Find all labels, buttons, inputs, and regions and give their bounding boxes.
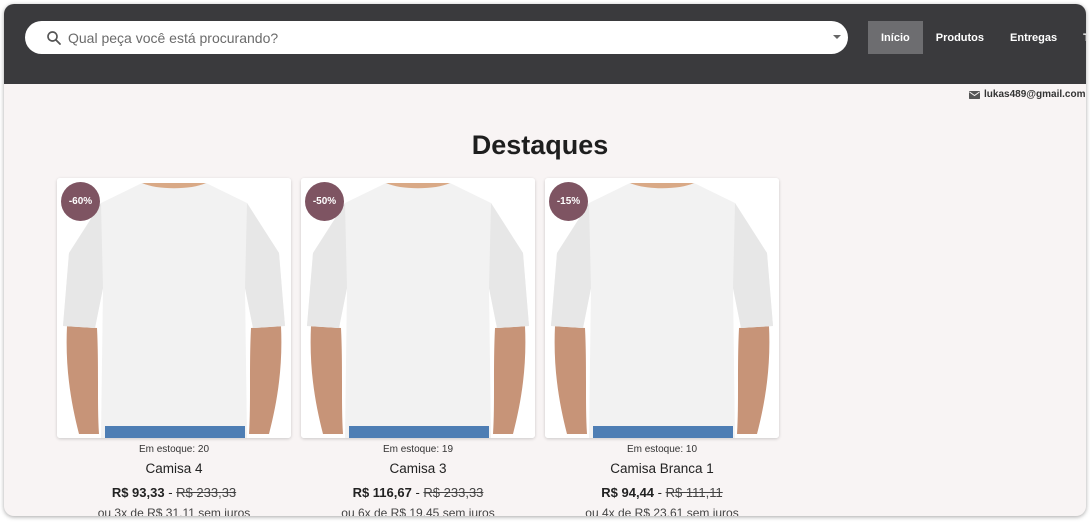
section-title: Destaques bbox=[471, 130, 609, 160]
stock-label: Em estoque: 10 bbox=[626, 444, 698, 455]
search-input[interactable] bbox=[68, 21, 788, 54]
user-email: lukas489@gmail.com bbox=[969, 89, 1085, 100]
discount-badge: -60% bbox=[61, 182, 100, 221]
price-row: R$ 116,67 - R$ 233,33 bbox=[301, 485, 535, 500]
search-icon[interactable] bbox=[45, 29, 63, 47]
product-card[interactable]: -15% bbox=[545, 178, 779, 438]
app-window: Início Produtos Entregas Tr lukas489@gma… bbox=[4, 4, 1086, 516]
old-price: R$ 111,11 bbox=[665, 485, 723, 500]
product-card[interactable]: -60% bbox=[57, 178, 291, 438]
product-info: Em estoque: 19 Camisa 3 R$ 116,67 - R$ 2… bbox=[301, 444, 535, 516]
nav-item-inicio[interactable]: Início bbox=[868, 21, 923, 54]
nav-item-truncated[interactable]: Tr bbox=[1070, 21, 1086, 54]
product-info: Em estoque: 20 Camisa 4 R$ 93,33 - R$ 23… bbox=[57, 444, 291, 516]
discount-badge: -50% bbox=[305, 182, 344, 221]
discount-badge: -15% bbox=[549, 182, 588, 221]
nav-item-produtos[interactable]: Produtos bbox=[923, 21, 997, 54]
nav-item-entregas[interactable]: Entregas bbox=[997, 21, 1070, 54]
current-price: R$ 93,33 bbox=[111, 485, 165, 500]
price-separator: - bbox=[657, 485, 666, 500]
price-row: R$ 94,44 - R$ 111,11 bbox=[545, 485, 779, 500]
product-card[interactable]: -50% bbox=[301, 178, 535, 438]
product-name[interactable]: Camisa 4 bbox=[57, 461, 291, 479]
stock-label: Em estoque: 19 bbox=[382, 444, 454, 455]
installments: ou 6x de R$ 19,45 sem juros bbox=[341, 506, 495, 516]
installments: ou 3x de R$ 31,11 sem juros bbox=[97, 506, 251, 516]
current-price: R$ 116,67 bbox=[352, 485, 412, 500]
product-name[interactable]: Camisa Branca 1 bbox=[545, 461, 779, 479]
stock-label: Em estoque: 20 bbox=[138, 444, 210, 455]
caret-down-icon[interactable] bbox=[833, 35, 841, 39]
top-app-bar: Início Produtos Entregas Tr bbox=[4, 4, 1086, 84]
price-row: R$ 93,33 - R$ 233,33 bbox=[57, 485, 291, 500]
user-email-text: lukas489@gmail.com bbox=[984, 89, 1086, 100]
search-bar[interactable] bbox=[25, 21, 848, 54]
price-separator: - bbox=[168, 485, 177, 500]
product-name[interactable]: Camisa 3 bbox=[301, 461, 535, 479]
old-price: R$ 233,33 bbox=[423, 485, 484, 500]
current-price: R$ 94,44 bbox=[601, 485, 655, 500]
old-price: R$ 233,33 bbox=[176, 485, 237, 500]
mail-icon bbox=[969, 90, 980, 99]
main-nav: Início Produtos Entregas Tr bbox=[868, 21, 1086, 54]
installments: ou 4x de R$ 23,61 sem juros bbox=[585, 506, 739, 516]
product-info: Em estoque: 10 Camisa Branca 1 R$ 94,44 … bbox=[545, 444, 779, 516]
